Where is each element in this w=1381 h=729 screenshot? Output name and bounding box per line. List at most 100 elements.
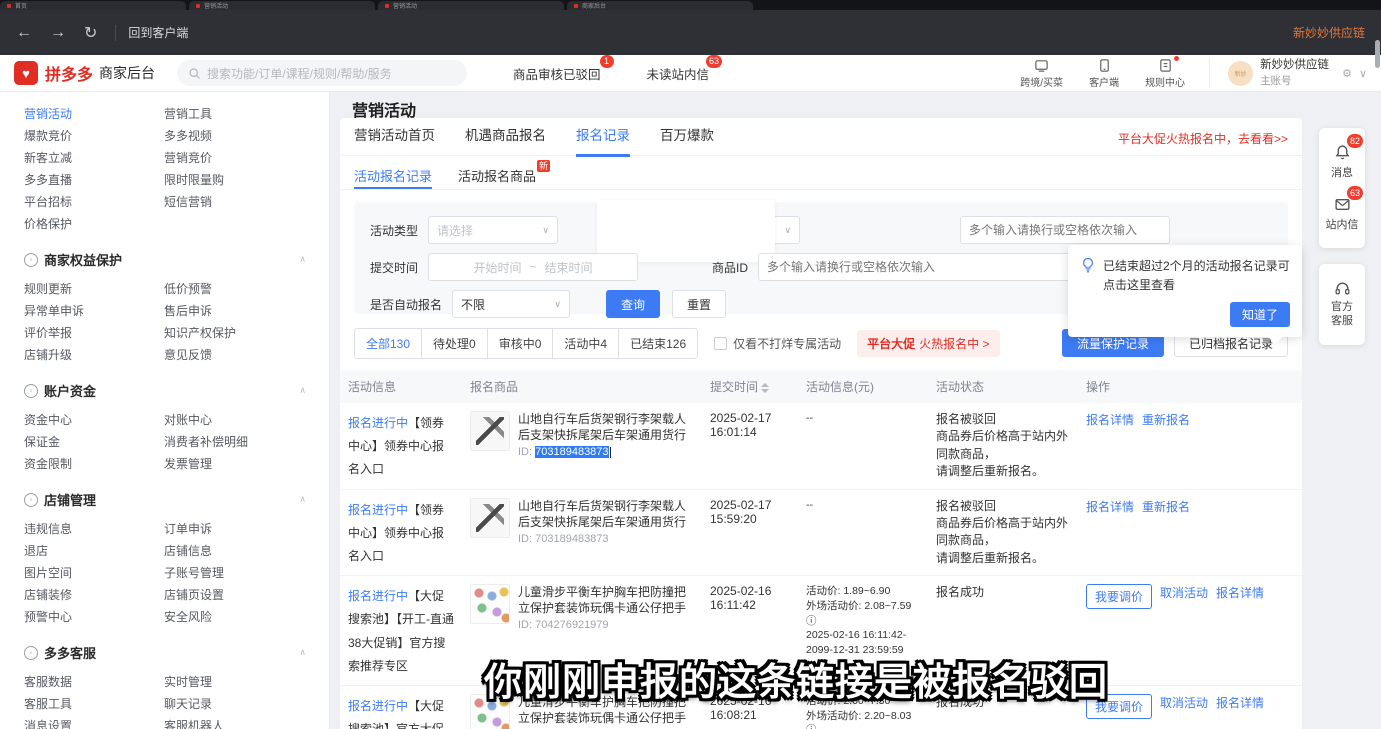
tab-机遇商品报名[interactable]: 机遇商品报名: [465, 124, 546, 157]
product-thumbnail[interactable]: [470, 411, 510, 451]
sidebar-item-店铺页设置[interactable]: 店铺页设置: [164, 586, 282, 603]
sidebar-item-资金中心[interactable]: 资金中心: [24, 411, 142, 428]
action-取消活动[interactable]: 取消活动: [1160, 584, 1208, 601]
unread-inbox-link[interactable]: 未读站内信 63: [647, 64, 710, 83]
sidebar-item-对账中心[interactable]: 对账中心: [164, 411, 282, 428]
sidebar-item-价格保护[interactable]: 价格保护: [24, 215, 142, 232]
sidebar-item-售后申诉[interactable]: 售后申诉: [164, 302, 282, 319]
sidebar-group-title[interactable]: ◦多多客服∧: [24, 643, 306, 662]
tooltip-confirm-button[interactable]: 知道了: [1230, 302, 1290, 327]
product-title[interactable]: 山地自行车后货架钢行李架载人后支架快拆尾架后车架通用货行李装备: [518, 498, 694, 531]
crossborder-link[interactable]: 跨境/买菜: [1020, 58, 1063, 89]
forward-icon[interactable]: →: [50, 24, 66, 42]
action-重新报名[interactable]: 重新报名: [1142, 411, 1190, 428]
sidebar-item-发票管理[interactable]: 发票管理: [164, 455, 282, 472]
sidebar-item-退店[interactable]: 退店: [24, 542, 142, 559]
sidebar-item-安全风险[interactable]: 安全风险: [164, 608, 282, 625]
sidebar-item-新客立减[interactable]: 新客立减: [24, 149, 142, 166]
client-app-link[interactable]: 客户端: [1089, 58, 1119, 89]
back-icon[interactable]: ←: [16, 24, 32, 42]
action-报名详情[interactable]: 报名详情: [1086, 411, 1134, 428]
sidebar-item-规则更新[interactable]: 规则更新: [24, 280, 142, 297]
submit-time-range[interactable]: 开始时间 ~ 结束时间: [428, 253, 638, 281]
official-support-button[interactable]: 官方 客服: [1319, 272, 1365, 337]
sidebar-item-营销工具[interactable]: 营销工具: [164, 105, 282, 122]
sidebar-group-title[interactable]: ◦店铺管理∧: [24, 490, 306, 509]
sidebar-group-title[interactable]: ◦商家权益保护∧: [24, 250, 306, 269]
sidebar-item-消费者补偿明细[interactable]: 消费者补偿明细: [164, 433, 282, 450]
action-报名详情[interactable]: 报名详情: [1216, 694, 1264, 711]
rule-center-link[interactable]: 规则中心: [1145, 58, 1185, 89]
sidebar-item-店铺信息[interactable]: 店铺信息: [164, 542, 282, 559]
enrollment-status-link[interactable]: 报名进行中: [348, 589, 408, 603]
checkbox-icon[interactable]: [714, 337, 727, 350]
action-重新报名[interactable]: 重新报名: [1142, 498, 1190, 515]
sidebar-item-意见反馈[interactable]: 意见反馈: [164, 346, 282, 363]
chevron-down-icon[interactable]: ∨: [1359, 67, 1367, 80]
collapse-icon[interactable]: ∧: [299, 647, 306, 658]
action-报名详情[interactable]: 报名详情: [1086, 498, 1134, 515]
sidebar-item-店铺升级[interactable]: 店铺升级: [24, 346, 142, 363]
sidebar-item-图片空间[interactable]: 图片空间: [24, 564, 142, 581]
subtab-活动报名商品[interactable]: 活动报名商品新: [458, 166, 536, 189]
sidebar-item-知识产权保护[interactable]: 知识产权保护: [164, 324, 282, 341]
sidebar-item-违规信息[interactable]: 违规信息: [24, 520, 142, 537]
scrollbar-thumb[interactable]: [1375, 40, 1380, 68]
product-thumbnail[interactable]: [470, 584, 510, 624]
browser-tab-2[interactable]: 营销活动: [378, 1, 564, 10]
review-rejected-link[interactable]: 商品审核已驳回 1: [513, 64, 601, 83]
activity-type-select[interactable]: 请选择 ∨: [428, 216, 558, 244]
browser-tab-0[interactable]: 首页: [0, 1, 186, 10]
sidebar-item-客服数据[interactable]: 客服数据: [24, 673, 142, 690]
sidebar-item-订单申诉[interactable]: 订单申诉: [164, 520, 282, 537]
sidebar-item-客服机器人[interactable]: 客服机器人: [164, 717, 282, 729]
product-thumbnail[interactable]: [470, 498, 510, 538]
tab-报名记录[interactable]: 报名记录: [576, 124, 630, 157]
sidebar-item-多多直播[interactable]: 多多直播: [24, 171, 142, 188]
collapse-icon[interactable]: ∧: [299, 254, 306, 265]
sidebar-item-营销竞价[interactable]: 营销竞价: [164, 149, 282, 166]
sidebar-item-店铺装修[interactable]: 店铺装修: [24, 586, 142, 603]
reset-button[interactable]: 重置: [672, 290, 726, 318]
tab-营销活动首页[interactable]: 营销活动首页: [354, 124, 435, 157]
sidebar-item-评价举报[interactable]: 评价举报: [24, 324, 142, 341]
sidebar-item-消息设置[interactable]: 消息设置: [24, 717, 142, 729]
search-button[interactable]: 查询: [606, 290, 660, 318]
product-title[interactable]: 山地自行车后货架钢行李架载人后支架快拆尾架后车架通用货行李装备: [518, 411, 694, 444]
back-to-client-link[interactable]: 回到客户端: [128, 24, 188, 41]
action-取消活动[interactable]: 取消活动: [1160, 694, 1208, 711]
sidebar-item-平台招标[interactable]: 平台招标: [24, 193, 142, 210]
sidebar-item-资金限制[interactable]: 资金限制: [24, 455, 142, 472]
promo-link[interactable]: 平台大促火热报名中，去看看>>: [1118, 130, 1288, 147]
collapse-icon[interactable]: ∧: [299, 385, 306, 396]
sidebar-item-短信营销[interactable]: 短信营销: [164, 193, 282, 210]
sidebar-item-保证金[interactable]: 保证金: [24, 433, 142, 450]
product-title[interactable]: 儿童滑步平衡车护胸车把防撞把立保护套装饰玩偶卡通公仔把手套: [518, 584, 694, 617]
sidebar-group-title[interactable]: ◦账户资金∧: [24, 381, 306, 400]
tab-百万爆款[interactable]: 百万爆款: [660, 124, 714, 157]
search-input[interactable]: 搜索功能/订单/课程/规则/帮助/服务: [177, 60, 467, 86]
chip-审核中0[interactable]: 审核中0: [488, 329, 554, 358]
sidebar-item-限时限量购[interactable]: 限时限量购: [164, 171, 282, 188]
sidebar-item-客服工具[interactable]: 客服工具: [24, 695, 142, 712]
sidebar-item-营销活动[interactable]: 营销活动: [24, 105, 142, 122]
exclusive-filter[interactable]: 仅看不打烊专属活动: [714, 335, 841, 352]
chip-活动中4[interactable]: 活动中4: [553, 329, 619, 358]
auto-enroll-select[interactable]: 不限 ∨: [452, 290, 570, 318]
reload-icon[interactable]: ↻: [84, 23, 97, 43]
subtab-活动报名记录[interactable]: 活动报名记录: [354, 166, 432, 189]
chip-待处理0[interactable]: 待处理0: [422, 329, 488, 358]
chip-已结束126[interactable]: 已结束126: [619, 329, 697, 358]
chip-全部130[interactable]: 全部130: [355, 329, 422, 358]
enrollment-status-link[interactable]: 报名进行中: [348, 699, 408, 713]
sidebar-item-实时管理[interactable]: 实时管理: [164, 673, 282, 690]
rail-item-站内信[interactable]: 63站内信: [1319, 188, 1365, 240]
product-id-input[interactable]: [758, 253, 1088, 281]
browser-tab-3[interactable]: 商家后台: [567, 1, 753, 10]
sort-icon[interactable]: [761, 383, 769, 393]
action-报名详情[interactable]: 报名详情: [1216, 584, 1264, 601]
gear-icon[interactable]: ⚙: [1342, 67, 1352, 80]
sidebar-item-聊天记录[interactable]: 聊天记录: [164, 695, 282, 712]
collapse-icon[interactable]: ∧: [299, 494, 306, 505]
action-我要调价[interactable]: 我要调价: [1086, 584, 1152, 609]
